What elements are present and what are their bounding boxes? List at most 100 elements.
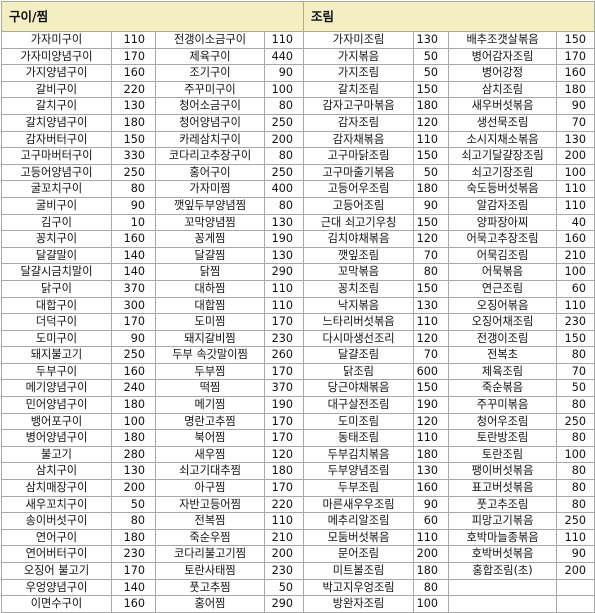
dish-name: 가자미찜	[155, 180, 265, 198]
dish-name: 풋고추찜	[155, 578, 265, 597]
dish-name: 두부 속갓말이찜	[155, 346, 265, 364]
calorie-value: 200	[556, 562, 595, 580]
calorie-value: 60	[413, 512, 450, 530]
dish-name: 이면수구이	[1, 595, 112, 613]
calorie-value: 110	[556, 296, 595, 315]
calorie-value: 50	[413, 163, 450, 182]
dish-name: 풋고추조림	[448, 495, 558, 514]
dish-name: 오징어 불고기	[1, 562, 112, 580]
calorie-value: 230	[111, 545, 156, 563]
calorie-value: 170	[263, 412, 305, 431]
dish-name: 두부양념조림	[303, 462, 415, 481]
dish-name: 고구마줄기볶음	[303, 163, 415, 182]
calorie-value: 130	[111, 462, 156, 481]
dish-name: 꽁게찜	[155, 230, 265, 248]
dish-name: 두부김치볶음	[303, 445, 415, 464]
calorie-value: 250	[111, 163, 156, 182]
calorie-value: 100	[556, 263, 595, 281]
table-row: 대합구이 300 대합찜 110 낙지볶음 130 오징어볶음 110	[1, 296, 595, 315]
calorie-value: 100	[413, 595, 450, 613]
calorie-value: 130	[413, 462, 450, 481]
dish-name: 도미구이	[1, 329, 112, 348]
dish-name: 우엉양념구이	[1, 578, 112, 597]
calorie-value: 50	[263, 578, 305, 597]
dish-name: 동태조림	[303, 429, 415, 447]
dish-name: 새우꼬치구이	[1, 495, 112, 514]
calorie-value: 400	[263, 180, 305, 198]
calorie-value: 50	[556, 379, 595, 398]
dish-name: 전복초	[448, 346, 558, 364]
dish-name: 달걀찜	[155, 246, 265, 265]
dish-name: 달걀말이	[1, 246, 112, 265]
calorie-value: 180	[413, 445, 450, 464]
table-row: 가자미구이 110 전갱이소금구이 110 가자미조림 130 배추조갯살볶음 150	[1, 31, 595, 49]
calorie-value: 100	[556, 445, 595, 464]
dish-name: 가자미구이	[1, 31, 112, 49]
dish-name: 가지조림	[303, 64, 415, 82]
calorie-value: 50	[413, 47, 450, 66]
dish-name: 두부구이	[1, 362, 112, 381]
dish-name: 쇠고기달걀장조림	[448, 147, 558, 165]
dish-name: 주꾸미볶음	[448, 396, 558, 414]
calorie-value: 160	[111, 362, 156, 381]
table-row: 더덕구이 170 도미찜 170 느타리버섯볶음 110 오징어채조림 230	[1, 313, 595, 331]
calorie-value: 140	[111, 578, 156, 597]
calorie-value: 160	[556, 64, 595, 82]
dish-name: 전갱이조림	[448, 329, 558, 348]
table-row: 뱅어포구이 100 명란고추찜 170 도미조림 120 청어우조림 250	[1, 412, 595, 431]
dish-name: 배추조갯살볶음	[448, 31, 558, 49]
calorie-value: 250	[556, 512, 595, 530]
dish-name: 깻잎두부양념찜	[155, 196, 265, 215]
calorie-value: 40	[556, 213, 595, 232]
dish-name: 가지양념구이	[1, 64, 112, 82]
dish-name: 갈치양념구이	[1, 113, 112, 132]
calorie-value: 130	[263, 213, 305, 232]
table-row: 가자미양념구이 170 제육구이 440 가지볶음 50 병어감자조림 170	[1, 47, 595, 66]
calorie-value: 170	[263, 429, 305, 447]
dish-name: 호박마늘종볶음	[448, 528, 558, 547]
calorie-value: 200	[556, 147, 595, 165]
dish-name: 달걀시금치말이	[1, 263, 112, 281]
dish-name: 어묵볶음	[448, 263, 558, 281]
table-row: 병어양념구이 180 북어찜 170 동태조림 110 토란방조림 80	[1, 429, 595, 447]
calorie-value: 170	[556, 47, 595, 66]
dish-name: 홍어찜	[155, 595, 265, 613]
dish-name: 메추리알조림	[303, 512, 415, 530]
calorie-value: 220	[111, 80, 156, 99]
calorie-value: 180	[111, 113, 156, 132]
calorie-value: 210	[263, 528, 305, 547]
table-row: 꽁치구이 160 꽁게찜 190 김치야채볶음 120 어묵고추장조림 160	[1, 230, 595, 248]
dish-name: 청어양념구이	[155, 113, 265, 132]
dish-name: 오징어채조림	[448, 313, 558, 331]
table-row: 굴비구이 90 깻잎두부양념찜 80 고등어조림 90 알감자조림 110	[1, 196, 595, 215]
dish-name: 병어강정	[448, 64, 558, 82]
dish-name: 삼치매장구이	[1, 479, 112, 497]
table-row: 달걀말이 140 달걀찜 130 깻잎조림 70 어묵김조림 210	[1, 246, 595, 265]
dish-name: 더덕구이	[1, 313, 112, 331]
dish-name: 마른새우우조림	[303, 495, 415, 514]
table-row: 김구이 10 꼬막양념찜 130 근대 쇠고기우칭 150 양파장아찌 40	[1, 213, 595, 232]
dish-name: 대구살전조림	[303, 396, 415, 414]
calorie-value: 220	[263, 495, 305, 514]
table-row: 갈치구이 130 청어소금구이 80 감자고구마볶음 180 새우버섯볶음 90	[1, 97, 595, 115]
table-row: 오징어 불고기 170 토란사태찜 230 미트볼조림 180 홍합조림(초) 200	[1, 562, 595, 580]
dish-name: 고구마버터구이	[1, 147, 112, 165]
dish-name: 죽순우찜	[155, 528, 265, 547]
braise-section-header: 조림	[303, 1, 595, 32]
dish-name: 쇠고기장조림	[448, 163, 558, 182]
calorie-value: 180	[111, 528, 156, 547]
table-row: 도미구이 90 돼지갈비찜 230 다시마생선조리 120 전갱이조림 150	[1, 329, 595, 348]
calorie-value: 150	[111, 130, 156, 149]
calorie-value: 90	[556, 545, 595, 563]
calorie-value: 170	[111, 562, 156, 580]
table-row: 삼치구이 130 쇠고기대추찜 180 두부양념조림 130 팽이버섯볶음 80	[1, 462, 595, 481]
calorie-value: 110	[413, 429, 450, 447]
calorie-value: 110	[556, 196, 595, 215]
dish-name: 메기양념구이	[1, 379, 112, 398]
calorie-value: 250	[556, 412, 595, 431]
calorie-value: 120	[413, 329, 450, 348]
dish-name: 어묵김조림	[448, 246, 558, 265]
dish-name: 김구이	[1, 213, 112, 232]
calorie-value: 190	[263, 230, 305, 248]
dish-name: 오징어볶음	[448, 296, 558, 315]
